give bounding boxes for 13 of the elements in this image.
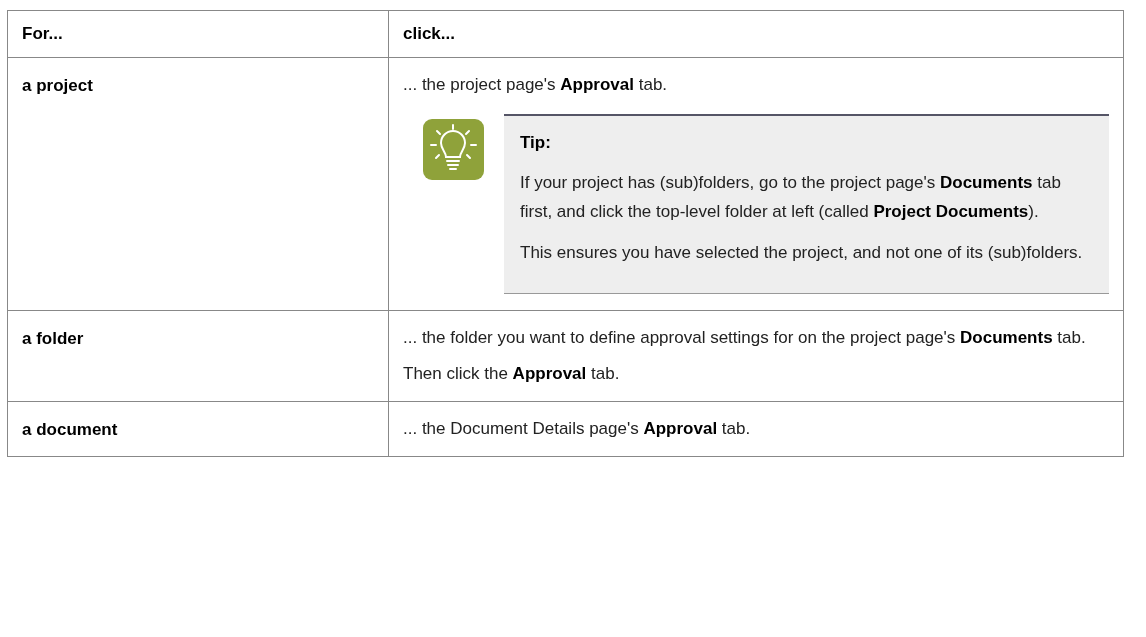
instruction-text: ... the folder you want to define approval settings for on the project page's Documents tab. bbox=[403, 326, 1087, 349]
instruction-text: ... the project page's Approval tab. bbox=[403, 73, 669, 96]
table-cell: a document bbox=[7, 401, 389, 457]
tip-title: Tip: bbox=[520, 131, 552, 154]
tip-text: If your project has (sub)folders, go to the project page's Documents tab first, and click the top-level folder at left (called Project Documents). bbox=[520, 171, 1062, 223]
lightbulb-icon bbox=[423, 118, 484, 180]
column-header: click... bbox=[388, 10, 1124, 57]
table-cell: a project bbox=[7, 57, 389, 310]
instruction-text: ... the Document Details page's Approval tab. bbox=[403, 417, 752, 440]
tip-text: This ensures you have selected the project, and not one of its (sub)folders. bbox=[520, 241, 1084, 264]
instruction-text: Then click the Approval tab. bbox=[403, 362, 621, 385]
column-header: For... bbox=[7, 10, 389, 57]
table-cell: a folder bbox=[7, 310, 389, 401]
